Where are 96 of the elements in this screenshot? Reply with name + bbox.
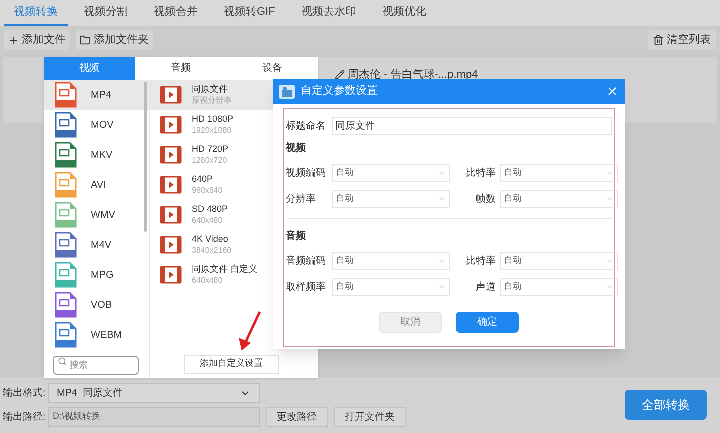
preset-resolution: 640x480 [192, 215, 224, 227]
chevron-down-icon [438, 195, 446, 203]
close-icon[interactable] [606, 85, 619, 98]
output-path-field[interactable]: D:\视频转换 [48, 407, 260, 427]
setting-select[interactable]: 自动 [500, 164, 618, 182]
trash-icon [653, 34, 664, 46]
tab[interactable]: 视频转GIF [214, 0, 286, 26]
preset-name: HD 1080P [192, 113, 234, 125]
add-custom-button[interactable]: 添加自定义设置 [184, 354, 279, 374]
field-label: 比特率 [465, 166, 496, 180]
chevron-down-icon [606, 195, 614, 203]
app-logo-icon [279, 84, 295, 98]
toolbar-button[interactable]: 添加文件夹 [76, 30, 153, 50]
title-field[interactable]: 同原文件 [332, 117, 612, 135]
film-icon [160, 146, 182, 164]
chevron-down-icon [438, 169, 446, 177]
chevron-down-icon [606, 283, 614, 291]
film-icon [160, 176, 182, 194]
plus-icon [8, 34, 19, 46]
field-label: 声道 [475, 280, 496, 294]
format-item[interactable]: MOV [44, 110, 149, 140]
file-format-icon [55, 112, 77, 138]
format-item[interactable]: MPG [44, 260, 149, 290]
preset-name: 640P [192, 173, 214, 185]
file-format-icon [55, 232, 77, 258]
preset-name: HD 720P [192, 143, 229, 155]
chevron-down-icon [438, 257, 446, 265]
file-format-icon [55, 322, 77, 348]
file-format-icon [55, 82, 77, 108]
format-item[interactable]: MP4 [44, 80, 149, 110]
preset-resolution: 原视分辨率 [192, 95, 232, 107]
confirm-button[interactable]: 确定 [456, 312, 519, 333]
format-item[interactable]: WEBM [44, 320, 149, 350]
section-heading: 视频 [286, 142, 307, 156]
section-heading: 音频 [286, 229, 307, 244]
file-format-icon [55, 142, 77, 168]
file-format-icon [55, 292, 77, 318]
preset-resolution: 3840x2160 [192, 245, 232, 257]
scrollbar[interactable] [144, 82, 147, 232]
film-icon [160, 266, 182, 284]
preset-name: 同原文件 [192, 83, 229, 95]
setting-select[interactable]: 自动 [332, 190, 450, 208]
field-label: 比特率 [465, 254, 496, 268]
field-label: 取样频率 [286, 280, 327, 294]
field-label: 标题命名 [286, 120, 327, 134]
film-icon [160, 116, 182, 134]
format-item[interactable]: VOB [44, 290, 149, 320]
format-item[interactable]: WMV [44, 200, 149, 230]
film-icon [160, 86, 182, 104]
preset-resolution: 640x480 [192, 275, 224, 287]
field-label: 帧数 [475, 192, 496, 206]
preset-resolution: 1280x720 [192, 155, 228, 167]
file-name: 周杰伦 - 告白气球-...p.mp4 [348, 68, 478, 83]
preset-resolution: 1920x1080 [192, 125, 233, 137]
setting-select[interactable]: 自动 [332, 278, 450, 296]
folder-icon [80, 34, 91, 46]
chevron-down-icon [606, 169, 614, 177]
tab[interactable]: 视频分割 [74, 0, 138, 26]
setting-select[interactable]: 自动 [332, 164, 450, 182]
field-label: 音频编码 [286, 254, 327, 268]
film-icon [160, 236, 182, 254]
search-icon [58, 357, 67, 366]
output-format-label: 输出格式: [3, 386, 45, 400]
preset-resolution: 960x640 [192, 185, 223, 197]
file-format-icon [55, 262, 77, 288]
output-format-select[interactable]: MP4 同原文件 [48, 383, 260, 403]
chevron-down-icon [606, 257, 614, 265]
preset-name: 同原文件 自定义 [192, 263, 258, 275]
format-item[interactable]: M4V [44, 230, 149, 260]
field-label: 分辨率 [286, 192, 317, 206]
format-item[interactable]: AVI [44, 170, 149, 200]
setting-select[interactable]: 自动 [500, 252, 618, 270]
file-format-icon [55, 202, 77, 228]
chevron-down-icon [438, 283, 446, 291]
path-button[interactable]: 更改路径 [266, 407, 328, 427]
setting-select[interactable]: 自动 [500, 190, 618, 208]
toolbar-button[interactable]: 添加文件 [4, 30, 70, 50]
field-label: 视频编码 [286, 166, 327, 180]
setting-select[interactable]: 自动 [500, 278, 618, 296]
tab[interactable]: 视频合并 [144, 0, 208, 26]
setting-select[interactable]: 自动 [332, 252, 450, 270]
search-field[interactable]: 搜索 [53, 356, 139, 374]
film-icon [160, 206, 182, 224]
path-button[interactable]: 打开文件夹 [334, 407, 406, 427]
format-tab[interactable]: 视频 [44, 57, 136, 80]
tab[interactable]: 视频优化 [372, 0, 436, 26]
format-tab[interactable]: 设备 [226, 57, 318, 80]
pencil-icon[interactable] [335, 70, 345, 80]
clear-list-button[interactable]: 清空列表 [648, 30, 716, 50]
format-item[interactable]: MKV [44, 140, 149, 170]
file-format-icon [55, 172, 77, 198]
preset-name: SD 480P [192, 203, 228, 215]
output-path-label: 输出路径: [3, 410, 45, 424]
preset-name: 4K Video [192, 233, 230, 245]
tab[interactable]: 视频去水印 [291, 0, 366, 26]
convert-all-button[interactable]: 全部转换 [625, 390, 707, 420]
